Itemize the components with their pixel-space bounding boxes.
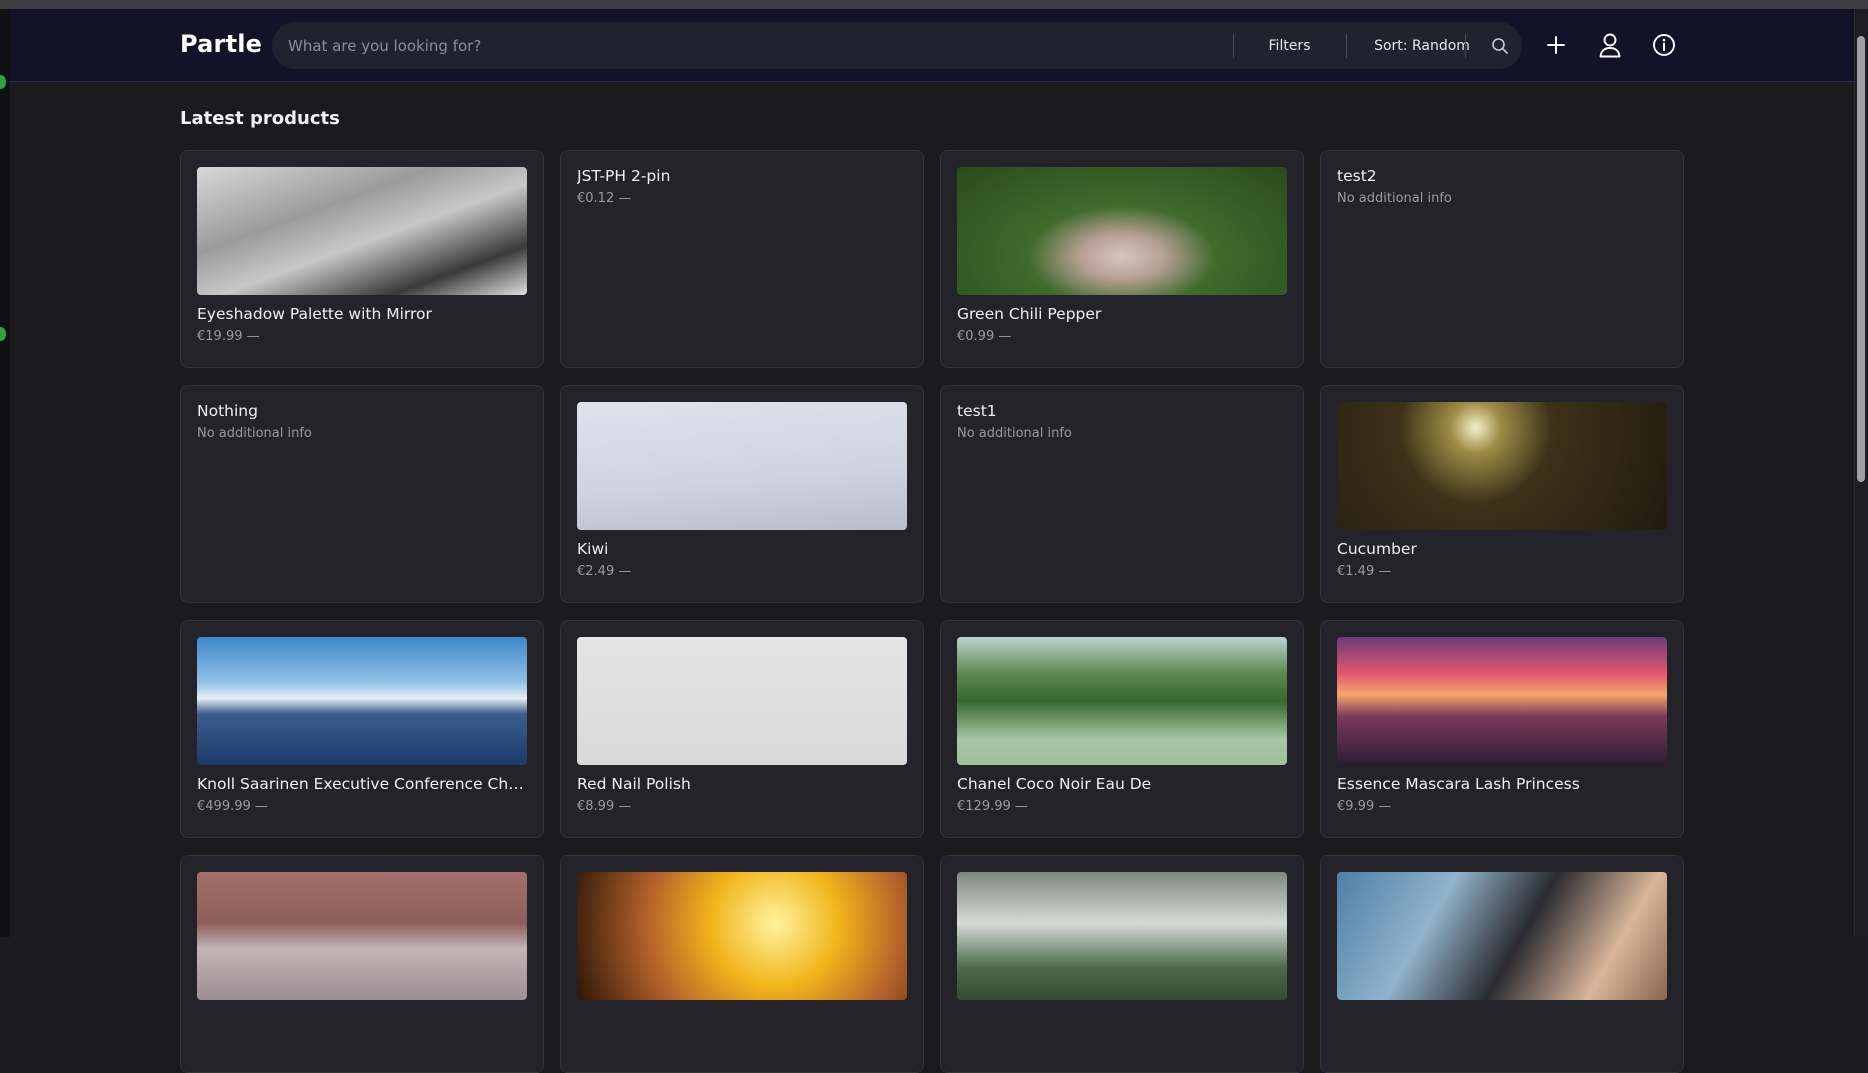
product-title: Nothing	[197, 402, 258, 420]
product-price: €499.99 —	[197, 799, 268, 814]
product-card[interactable]: Knoll Saarinen Executive Conference Chai…	[180, 620, 544, 838]
product-image	[1337, 637, 1667, 765]
product-image	[957, 637, 1287, 765]
search-input[interactable]	[288, 22, 1238, 69]
product-image	[1337, 402, 1667, 530]
search-button[interactable]	[1484, 30, 1516, 62]
status-dot	[0, 75, 6, 89]
product-title: Red Nail Polish	[577, 775, 691, 793]
product-card[interactable]: Cucumber €1.49 —	[1320, 385, 1684, 603]
browser-top-strip	[0, 0, 1868, 9]
sort-button[interactable]: Sort: Random	[1352, 22, 1492, 69]
product-card[interactable]: JST-PH 2-pin €0.12 —	[560, 150, 924, 368]
product-card[interactable]: test2 No additional info	[1320, 150, 1684, 368]
product-title: Eyeshadow Palette with Mirror	[197, 305, 432, 323]
top-header: Partle Filters Sort: Random	[10, 9, 1854, 82]
left-rail	[0, 9, 10, 937]
product-card[interactable]: Nothing No additional info	[180, 385, 544, 603]
product-price: €1.49 —	[1337, 564, 1392, 579]
product-price: €0.12 —	[577, 191, 632, 206]
product-image	[197, 167, 527, 295]
product-image	[577, 402, 907, 530]
divider	[1465, 34, 1466, 58]
product-title: test2	[1337, 167, 1377, 185]
divider	[1346, 34, 1347, 58]
product-card[interactable]	[1320, 855, 1684, 1073]
product-card[interactable]: Kiwi €2.49 —	[560, 385, 924, 603]
status-dot	[0, 327, 6, 341]
divider	[1233, 34, 1234, 58]
product-card[interactable]	[180, 855, 544, 1073]
scrollbar[interactable]	[1854, 9, 1868, 937]
product-card[interactable]	[940, 855, 1304, 1073]
product-image	[197, 637, 527, 765]
product-price: €19.99 —	[197, 329, 260, 344]
product-card[interactable]: Chanel Coco Noir Eau De €129.99 —	[940, 620, 1304, 838]
product-card[interactable]: Green Chili Pepper €0.99 —	[940, 150, 1304, 368]
product-price: €9.99 —	[1337, 799, 1392, 814]
search-bar: Filters Sort: Random	[272, 22, 1522, 69]
product-grid: Eyeshadow Palette with Mirror €19.99 — JST…	[180, 150, 1685, 1073]
product-image	[1337, 872, 1667, 1000]
product-image	[577, 872, 907, 1000]
product-title: Kiwi	[577, 540, 609, 558]
product-title: Chanel Coco Noir Eau De	[957, 775, 1152, 793]
product-image	[957, 872, 1287, 1000]
scrollbar-thumb[interactable]	[1857, 36, 1865, 482]
filters-button[interactable]: Filters	[1242, 22, 1337, 69]
search-icon	[1492, 38, 1508, 54]
product-price: No additional info	[197, 426, 312, 441]
product-card[interactable]	[560, 855, 924, 1073]
product-image	[577, 637, 907, 765]
product-price: €0.99 —	[957, 329, 1012, 344]
product-price: €8.99 —	[577, 799, 632, 814]
product-price: No additional info	[1337, 191, 1452, 206]
product-card[interactable]: Essence Mascara Lash Princess €9.99 —	[1320, 620, 1684, 838]
add-product-button[interactable]	[1540, 29, 1572, 61]
product-title: test1	[957, 402, 997, 420]
product-title: JST-PH 2-pin	[577, 167, 671, 185]
product-price: €2.49 —	[577, 564, 632, 579]
product-title: Cucumber	[1337, 540, 1417, 558]
product-price: €129.99 —	[957, 799, 1028, 814]
product-card[interactable]: test1 No additional info	[940, 385, 1304, 603]
user-icon	[1599, 33, 1621, 58]
product-price: No additional info	[957, 426, 1072, 441]
product-card[interactable]: Red Nail Polish €8.99 —	[560, 620, 924, 838]
info-icon	[1653, 34, 1675, 56]
brand-logo[interactable]: Partle	[180, 30, 262, 58]
section-title: Latest products	[180, 108, 340, 129]
product-title: Essence Mascara Lash Princess	[1337, 775, 1580, 793]
product-title: Knoll Saarinen Executive Conference Chai…	[197, 775, 527, 793]
product-image	[957, 167, 1287, 295]
plus-icon	[1547, 36, 1565, 54]
info-button[interactable]	[1648, 29, 1680, 61]
account-button[interactable]	[1594, 29, 1626, 61]
product-image	[197, 872, 527, 1000]
product-title: Green Chili Pepper	[957, 305, 1102, 323]
product-card[interactable]: Eyeshadow Palette with Mirror €19.99 —	[180, 150, 544, 368]
